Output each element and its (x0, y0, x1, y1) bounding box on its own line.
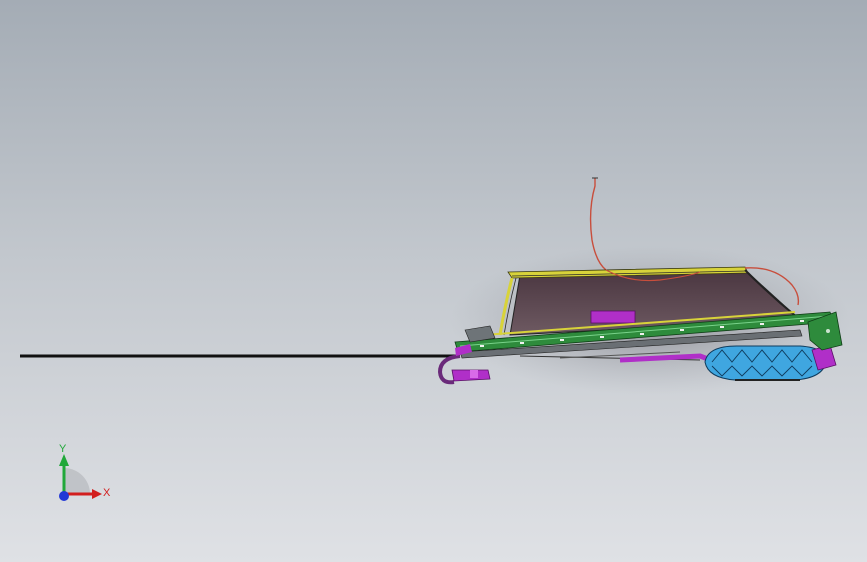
purple-clamp[interactable] (590, 310, 636, 324)
y-axis-label: Y (59, 443, 67, 455)
x-axis-label: X (103, 487, 111, 499)
end-plate-bolt (826, 329, 830, 333)
cad-model[interactable] (0, 0, 867, 562)
left-handle-cap (470, 370, 478, 378)
axis-triad: X Y (50, 440, 120, 510)
blue-track-assembly[interactable] (704, 345, 827, 381)
graphics-viewport[interactable]: X Y (0, 0, 867, 562)
